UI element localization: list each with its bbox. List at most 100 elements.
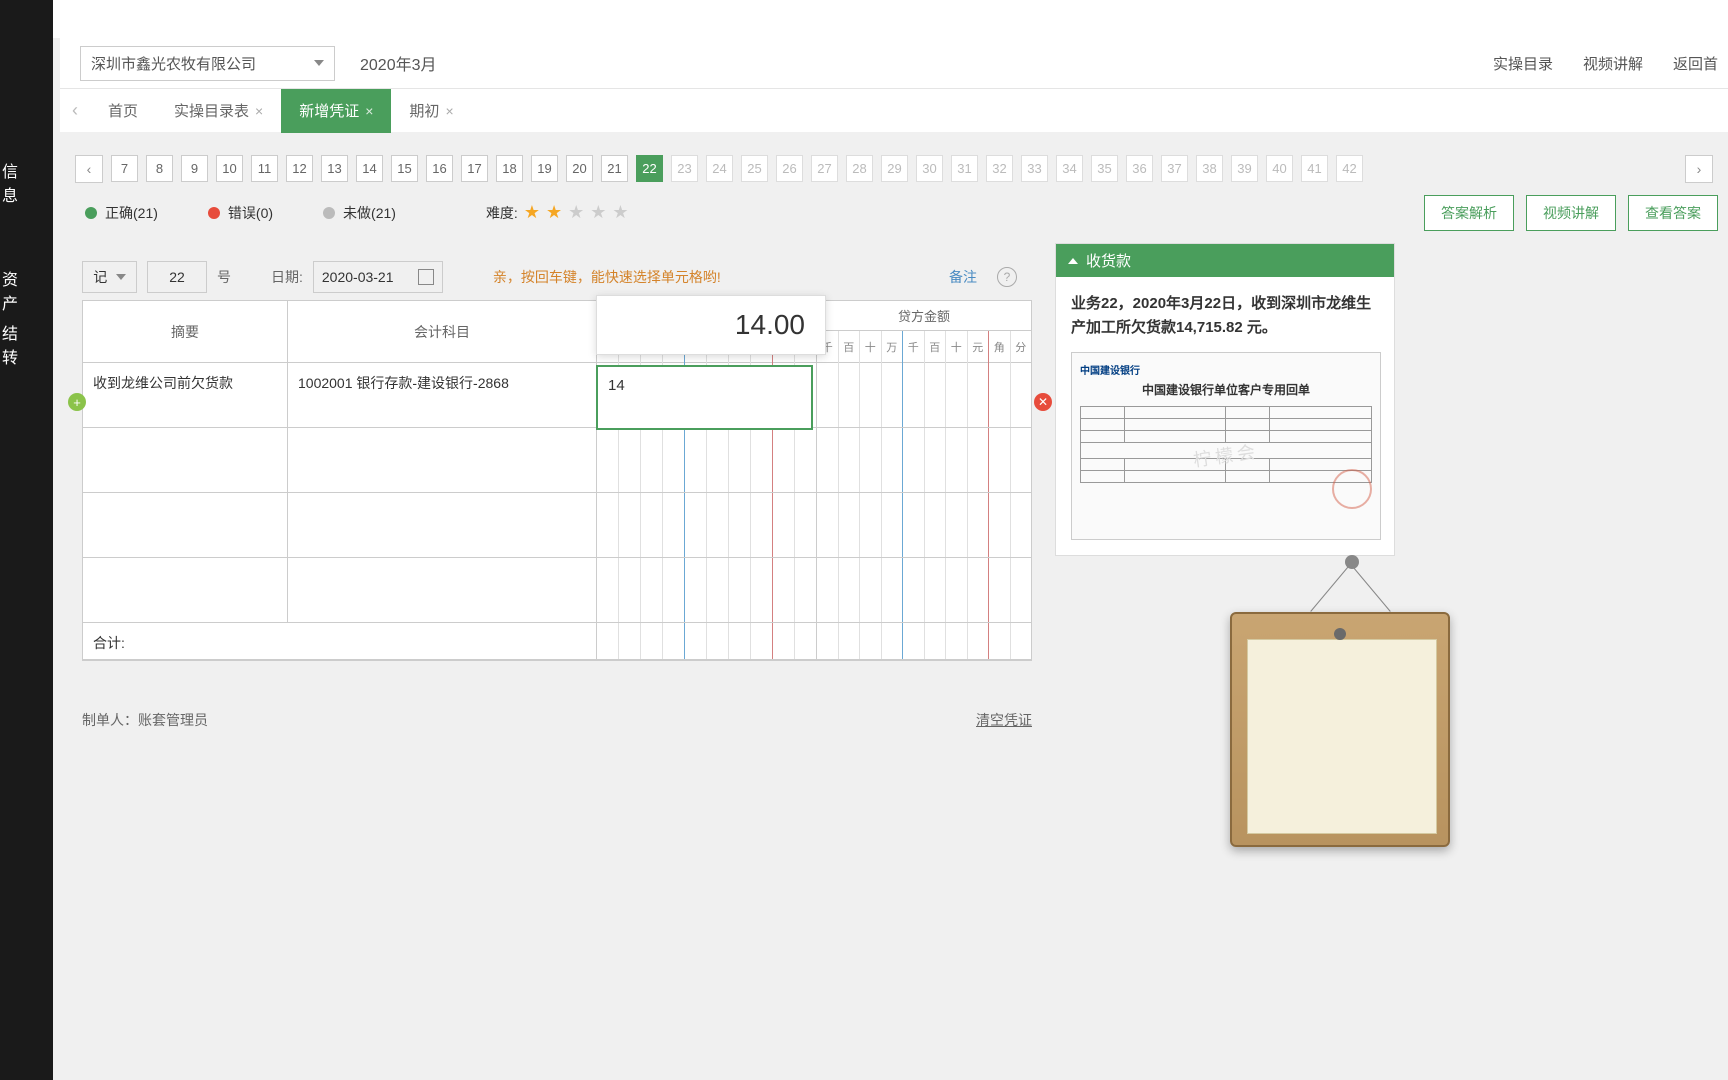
digit-column [839,558,861,622]
view-answer-button[interactable]: 查看答案 [1628,195,1718,231]
subject-cell[interactable]: 1002001 银行存款-建设银行-2868 [288,363,597,427]
num-nav-item[interactable]: 24 [706,155,733,182]
summary-cell[interactable]: 收到龙维公司前欠货款 [83,363,288,427]
close-icon[interactable]: × [365,103,373,119]
sidebar-item-info[interactable]: 信息 [2,158,30,206]
digit-column [641,623,663,659]
credit-cell[interactable] [817,363,1031,427]
video-explain-button[interactable]: 视频讲解 [1526,195,1616,231]
num-nav-item[interactable]: 9 [181,155,208,182]
digit-column [773,428,795,492]
num-nav-item[interactable]: 35 [1091,155,1118,182]
voucher-type-select[interactable]: 记 [82,261,137,293]
link-video[interactable]: 视频讲解 [1583,53,1643,74]
company-dropdown[interactable]: 深圳市鑫光农牧有限公司 [80,46,335,81]
num-nav-item[interactable]: 41 [1301,155,1328,182]
num-nav-item[interactable]: 39 [1231,155,1258,182]
debit-cell[interactable] [597,493,817,557]
num-nav-item[interactable]: 21 [601,155,628,182]
receipt-image[interactable]: 中国建设银行 中国建设银行单位客户专用回单 柠檬会 [1071,352,1381,540]
num-nav-item[interactable]: 16 [426,155,453,182]
num-nav-item[interactable]: 20 [566,155,593,182]
num-nav-item[interactable]: 33 [1021,155,1048,182]
remark-link[interactable]: 备注 [949,267,977,287]
subject-cell[interactable] [288,428,597,492]
tab-nav-back-icon[interactable]: ‹ [60,89,90,133]
subject-cell[interactable] [288,558,597,622]
num-nav-item[interactable]: 25 [741,155,768,182]
num-nav-item[interactable]: 13 [321,155,348,182]
close-icon[interactable]: × [255,103,263,119]
side-panel-header[interactable]: 收货款 [1056,244,1394,277]
digit-column [751,493,773,557]
num-nav-item[interactable]: 27 [811,155,838,182]
credit-cell[interactable] [817,493,1031,557]
num-nav-item[interactable]: 17 [461,155,488,182]
tab-initial[interactable]: 期初 × [391,89,471,133]
num-nav-item[interactable]: 34 [1056,155,1083,182]
tab-catalog[interactable]: 实操目录表 × [156,89,281,133]
clipboard-widget[interactable] [1230,612,1450,847]
summary-cell[interactable] [83,558,288,622]
num-nav-item[interactable]: 12 [286,155,313,182]
num-nav-item[interactable]: 19 [531,155,558,182]
link-catalog[interactable]: 实操目录 [1493,53,1553,74]
table-row [83,558,1031,623]
table-row: 收到龙维公司前欠货款 1002001 银行存款-建设银行-2868 [83,363,1031,428]
add-row-button[interactable]: + [68,393,86,411]
digit-column [707,428,729,492]
num-nav-item[interactable]: 36 [1126,155,1153,182]
clear-voucher-link[interactable]: 清空凭证 [976,710,1032,730]
digit-column [597,428,619,492]
voucher-number-input[interactable]: 22 [147,261,207,293]
link-home[interactable]: 返回首 [1673,53,1718,74]
summary-cell[interactable] [83,493,288,557]
num-nav-item[interactable]: 28 [846,155,873,182]
tab-home[interactable]: 首页 [90,89,156,133]
summary-cell[interactable] [83,428,288,492]
num-nav-item[interactable]: 38 [1196,155,1223,182]
nav-next-icon[interactable]: › [1685,155,1713,183]
num-nav-item[interactable]: 8 [146,155,173,182]
digit-column [663,428,685,492]
credit-cell[interactable] [817,428,1031,492]
num-nav-item[interactable]: 32 [986,155,1013,182]
num-nav-item[interactable]: 22 [636,155,663,182]
sidebar-item-assets[interactable]: 资产 [2,266,30,314]
debit-amount-input[interactable]: 14 [596,365,813,430]
answer-analysis-button[interactable]: 答案解析 [1424,195,1514,231]
digit-column [925,493,947,557]
date-input[interactable]: 2020-03-21 [313,261,443,293]
close-icon[interactable]: × [445,103,453,119]
collapse-arrow-icon [1068,258,1078,264]
num-nav-item[interactable]: 29 [881,155,908,182]
digit-column [968,493,990,557]
nav-prev-icon[interactable]: ‹ [75,155,103,183]
num-nav-item[interactable]: 26 [776,155,803,182]
num-nav-item[interactable]: 11 [251,155,278,182]
num-nav-item[interactable]: 18 [496,155,523,182]
num-nav-item[interactable]: 10 [216,155,243,182]
voucher-header-form: 记 22 号 日期: 2020-03-21 亲，按回车键，能快速选择单元格哟! … [82,258,1032,296]
calendar-icon[interactable] [418,269,434,285]
num-nav-item[interactable]: 7 [111,155,138,182]
digit-column [1011,623,1032,659]
digit-column [839,493,861,557]
num-nav-item[interactable]: 30 [916,155,943,182]
tab-new-voucher[interactable]: 新增凭证 × [281,89,391,133]
num-nav-item[interactable]: 40 [1266,155,1293,182]
num-nav-item[interactable]: 14 [356,155,383,182]
sidebar-item-carryover[interactable]: 结转 [2,320,30,368]
num-nav-item[interactable]: 31 [951,155,978,182]
num-nav-item[interactable]: 42 [1336,155,1363,182]
credit-cell[interactable] [817,558,1031,622]
num-nav-item[interactable]: 37 [1161,155,1188,182]
debit-cell[interactable] [597,428,817,492]
help-icon[interactable]: ? [997,267,1017,287]
digit-column [751,558,773,622]
num-nav-item[interactable]: 15 [391,155,418,182]
delete-row-button[interactable]: ✕ [1034,393,1052,411]
debit-cell[interactable] [597,558,817,622]
subject-cell[interactable] [288,493,597,557]
num-nav-item[interactable]: 23 [671,155,698,182]
